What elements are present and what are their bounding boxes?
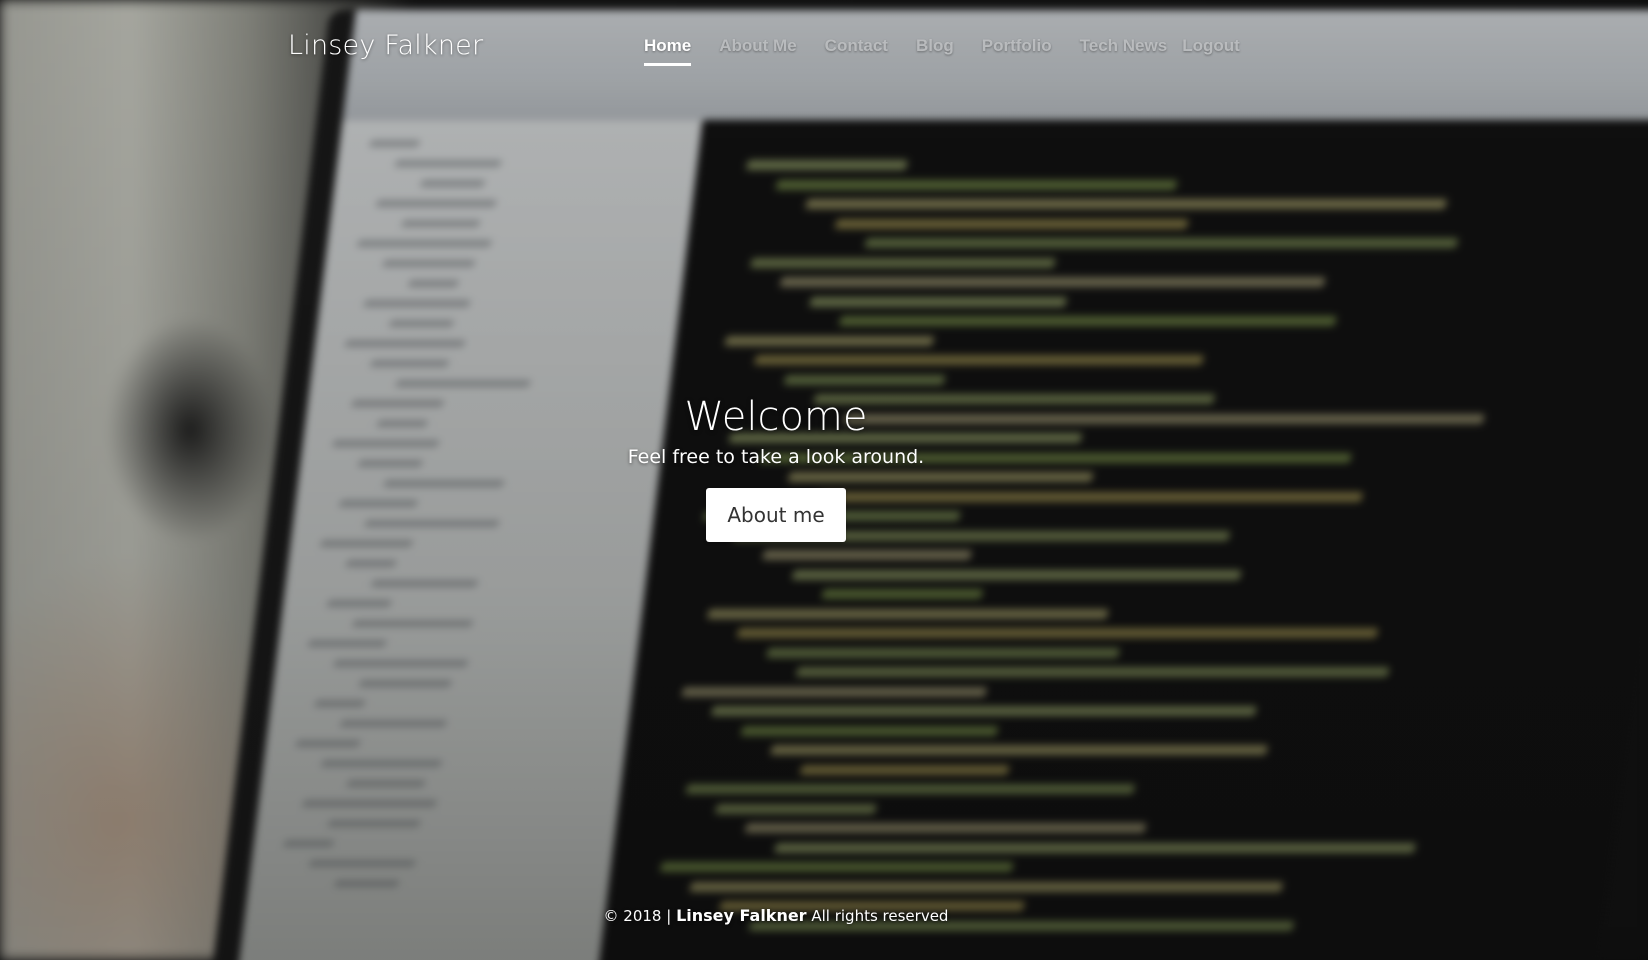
site-brand[interactable]: Linsey Falkner bbox=[288, 30, 483, 61]
footer-copyright: © 2018 | bbox=[603, 907, 672, 925]
main-nav: Home About Me Contact Blog Portfolio Tec… bbox=[644, 36, 1268, 66]
nav-home[interactable]: Home bbox=[644, 36, 692, 66]
nav-tech-news[interactable]: Tech News bbox=[1080, 36, 1168, 66]
hero-subtitle: Feel free to take a look around. bbox=[627, 446, 925, 468]
footer-rights: All rights reserved bbox=[811, 907, 949, 925]
footer-name: Linsey Falkner bbox=[676, 906, 807, 925]
nav-contact[interactable]: Contact bbox=[825, 36, 888, 66]
hero-title: Welcome bbox=[684, 394, 868, 440]
about-me-button[interactable]: About me bbox=[706, 488, 846, 542]
nav-portfolio[interactable]: Portfolio bbox=[982, 36, 1052, 66]
nav-logout[interactable]: Logout bbox=[1182, 36, 1240, 66]
hero-section: Welcome Feel free to take a look around.… bbox=[0, 392, 1552, 542]
nav-about-me[interactable]: About Me bbox=[719, 36, 796, 66]
nav-blog[interactable]: Blog bbox=[916, 36, 954, 66]
site-footer: © 2018 | Linsey Falkner All rights reser… bbox=[0, 906, 1552, 925]
